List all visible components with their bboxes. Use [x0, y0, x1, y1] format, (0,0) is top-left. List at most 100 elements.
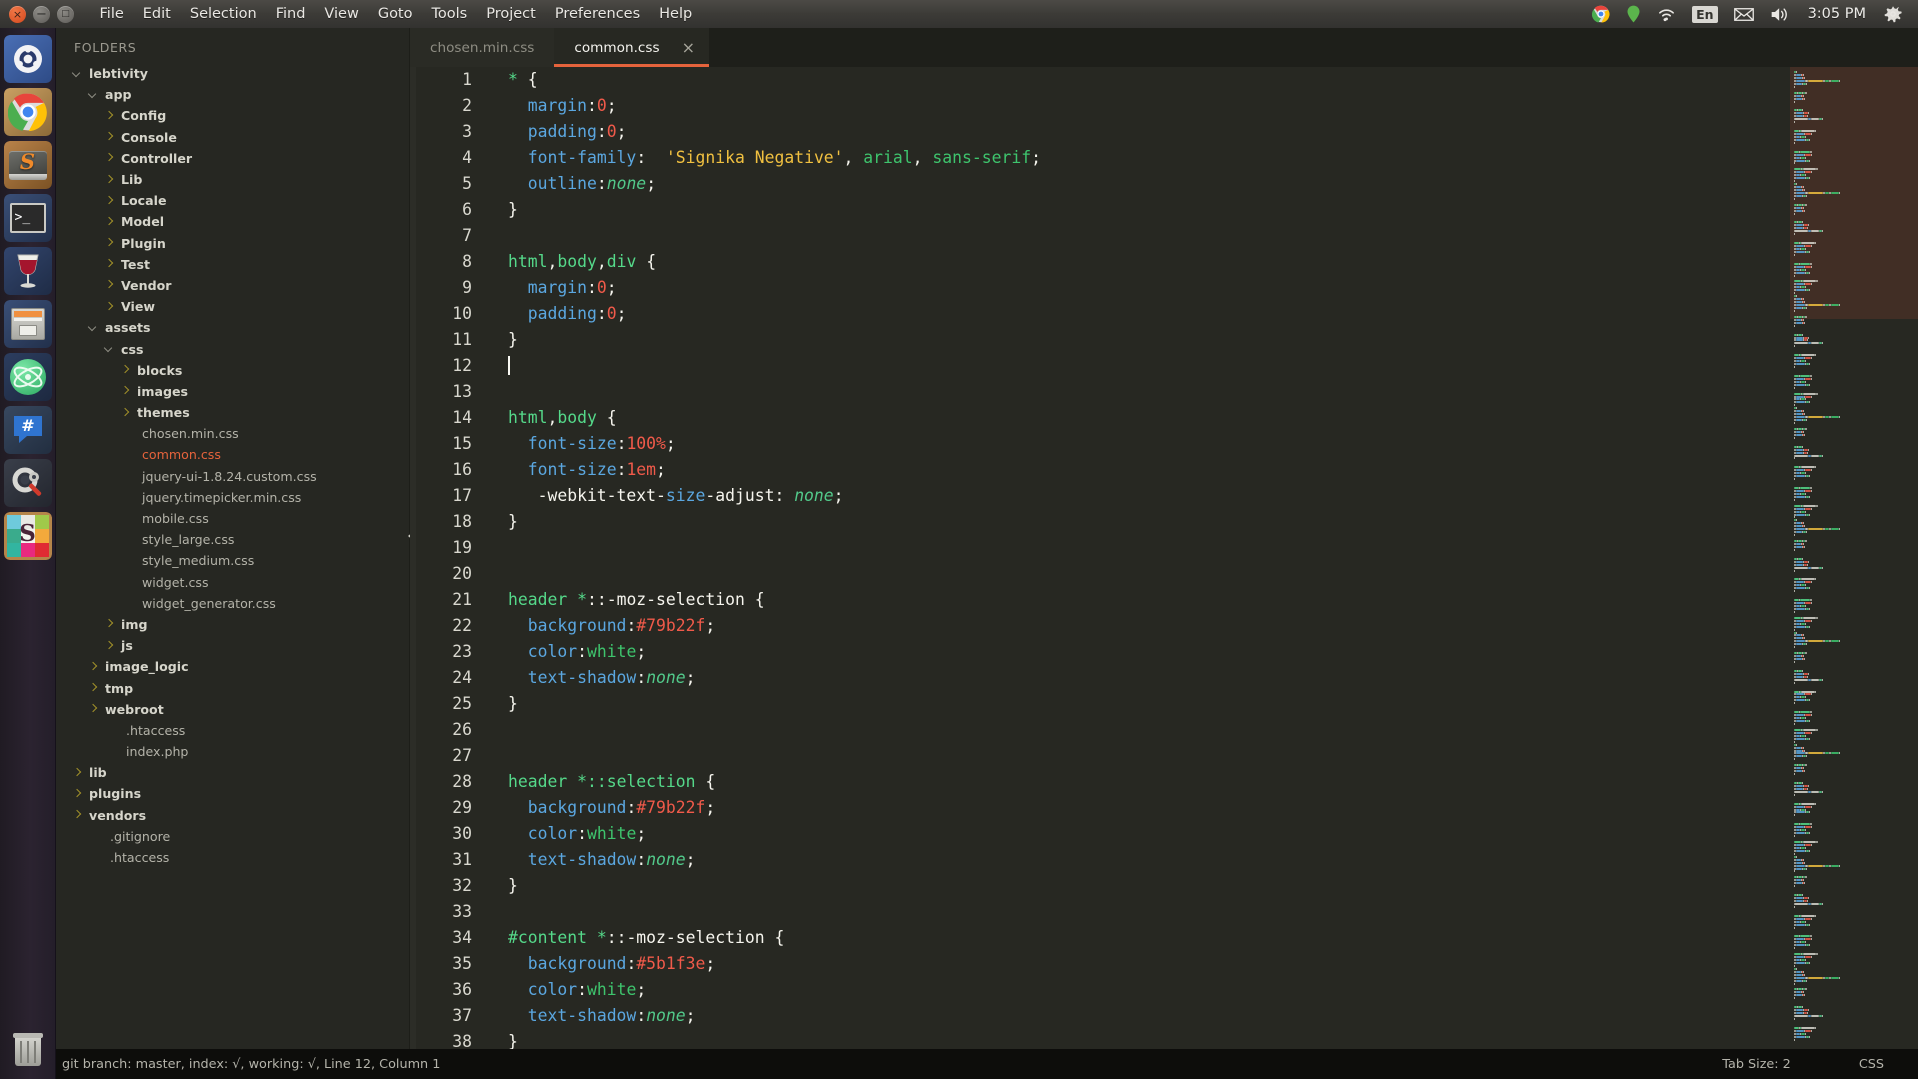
launcher-item-files-icon[interactable] [3, 300, 52, 348]
minimize-window-button[interactable]: − [33, 5, 50, 23]
code-editor[interactable]: 1 * {2 margin:0; 3 padding:0; 4 font-family… [410, 67, 1918, 1049]
tree-file-style-large-css[interactable]: style_large.css [56, 529, 409, 550]
menu-item-selection[interactable]: Selection [180, 0, 266, 28]
maximize-window-button[interactable]: □ [57, 5, 74, 23]
tab-size-label[interactable]: Tab Size: 2 [1688, 1057, 1825, 1072]
tree-folder-console[interactable]: Console [56, 127, 409, 148]
code-line[interactable]: 37 text-shadow:none; [410, 1003, 1918, 1029]
tree-folder-config[interactable]: Config [56, 105, 409, 126]
code-line-text[interactable]: } [486, 327, 518, 353]
menu-item-view[interactable]: View [315, 0, 368, 28]
code-line[interactable]: 24 text-shadow:none; [410, 665, 1918, 691]
menu-item-find[interactable]: Find [266, 0, 315, 28]
code-line[interactable]: 5 outline:none; [410, 171, 1918, 197]
code-line-text[interactable]: text-shadow:none; [486, 1003, 696, 1029]
code-line-text[interactable]: } [486, 873, 518, 899]
code-line-text[interactable]: padding:0; [486, 119, 627, 145]
menu-item-goto[interactable]: Goto [368, 0, 422, 28]
code-line[interactable]: 1 * { [410, 67, 1918, 93]
code-line-text[interactable]: } [486, 691, 518, 717]
chrome-icon[interactable] [1584, 0, 1618, 28]
tree-file-widget-generator-css[interactable]: widget_generator.css [56, 593, 409, 614]
code-line-text[interactable]: html,body { [486, 405, 617, 431]
launcher-item-system-settings-icon[interactable] [3, 459, 52, 507]
launcher-item-ubuntu-dash-icon[interactable] [3, 35, 52, 83]
code-line[interactable]: 6} [410, 197, 1918, 223]
tree-folder-assets[interactable]: assets [56, 317, 409, 338]
tree-folder-lib[interactable]: Lib [56, 169, 409, 190]
code-line[interactable]: 26 [410, 717, 1918, 743]
code-line-text[interactable]: } [486, 197, 518, 223]
tree-folder-image-logic[interactable]: image_logic [56, 656, 409, 677]
tree-folder-blocks[interactable]: blocks [56, 360, 409, 381]
code-line-text[interactable]: text-shadow:none; [486, 665, 696, 691]
code-line-text[interactable]: background:#79b22f; [486, 795, 716, 821]
tree-file--htaccess[interactable]: .htaccess [56, 847, 409, 868]
code-line[interactable]: 38} [410, 1029, 1918, 1049]
launcher-item-wine-icon[interactable] [3, 247, 52, 295]
code-line[interactable]: 31 text-shadow:none; [410, 847, 1918, 873]
code-line[interactable]: 21 header *::-moz-selection { [410, 587, 1918, 613]
tree-file-widget-css[interactable]: widget.css [56, 572, 409, 593]
launcher-item-terminal-icon[interactable]: >_ [3, 194, 52, 242]
code-line-text[interactable]: color:white; [486, 639, 646, 665]
code-line[interactable]: 29 background:#79b22f; [410, 795, 1918, 821]
code-line-text[interactable]: outline:none; [486, 171, 656, 197]
tree-file-jquery-timepicker-min-css[interactable]: jquery.timepicker.min.css [56, 487, 409, 508]
code-line[interactable]: 17 -webkit-text-size-adjust: none; [410, 483, 1918, 509]
tree-folder-images[interactable]: images [56, 381, 409, 402]
tab-common-css[interactable]: common.css × [554, 28, 709, 67]
code-line-text[interactable]: -webkit-text-size-adjust: none; [486, 483, 844, 509]
code-line-text[interactable]: background:#79b22f; [486, 613, 716, 639]
menu-item-project[interactable]: Project [477, 0, 546, 28]
tree-folder-webroot[interactable]: webroot [56, 699, 409, 720]
code-line-text[interactable]: font-size:100%; [486, 431, 676, 457]
code-line[interactable]: 12 [410, 353, 1918, 379]
code-line-text[interactable]: font-family: 'Signika Negative', arial, … [486, 145, 1041, 171]
tree-folder-themes[interactable]: themes [56, 402, 409, 423]
code-line[interactable]: 16 font-size:1em; [410, 457, 1918, 483]
tree-folder-app[interactable]: app [56, 84, 409, 105]
tree-folder-vendor[interactable]: Vendor [56, 275, 409, 296]
code-line-text[interactable]: color:white; [486, 821, 646, 847]
code-line[interactable]: 4 font-family: 'Signika Negative', arial… [410, 145, 1918, 171]
tree-file--gitignore[interactable]: .gitignore [56, 826, 409, 847]
minimap[interactable] [1790, 67, 1918, 1049]
clock[interactable]: 3:05 PM [1798, 6, 1876, 22]
tree-folder-tmp[interactable]: tmp [56, 677, 409, 698]
mail-icon[interactable] [1726, 0, 1762, 28]
tree-folder-model[interactable]: Model [56, 211, 409, 232]
code-line[interactable]: 30 color:white; [410, 821, 1918, 847]
menu-item-preferences[interactable]: Preferences [545, 0, 649, 28]
code-lines[interactable]: 1 * {2 margin:0; 3 padding:0; 4 font-family… [410, 67, 1918, 1049]
tree-folder-vendors[interactable]: vendors [56, 805, 409, 826]
tree-file-common-css[interactable]: common.css [56, 444, 409, 465]
keyboard-layout-indicator[interactable]: En [1684, 0, 1725, 28]
tree-folder-view[interactable]: View [56, 296, 409, 317]
code-line-text[interactable]: #content *::-moz-selection { [486, 925, 784, 951]
code-line-text[interactable]: color:white; [486, 977, 646, 1003]
tree-file-mobile-css[interactable]: mobile.css [56, 508, 409, 529]
launcher-item-sublime-text-icon[interactable]: S [3, 141, 52, 189]
close-tab-icon[interactable]: × [682, 39, 695, 56]
volume-icon[interactable] [1762, 0, 1798, 28]
code-line[interactable]: 10 padding:0; [410, 301, 1918, 327]
launcher-item-hipchat-icon[interactable]: # [3, 406, 52, 454]
code-line[interactable]: 36 color:white; [410, 977, 1918, 1003]
tree-folder-lebtivity[interactable]: lebtivity [56, 63, 409, 84]
code-line[interactable]: 35 background:#5b1f3e; [410, 951, 1918, 977]
tree-folder-img[interactable]: img [56, 614, 409, 635]
code-line-text[interactable]: } [486, 509, 518, 535]
location-pin-icon[interactable] [1618, 0, 1649, 28]
code-line-text[interactable]: padding:0; [486, 301, 627, 327]
wifi-icon[interactable] [1649, 0, 1684, 28]
code-line-text[interactable]: margin:0; [486, 93, 617, 119]
code-line[interactable]: 34 #content *::-moz-selection { [410, 925, 1918, 951]
close-window-button[interactable]: × [9, 5, 26, 23]
sidebar-file-tree[interactable]: FOLDERS lebtivity app Config Console Control… [56, 28, 410, 1049]
code-line[interactable]: 32} [410, 873, 1918, 899]
code-line[interactable]: 28 header *::selection { [410, 769, 1918, 795]
syntax-label[interactable]: CSS [1825, 1057, 1918, 1072]
code-line[interactable]: 22 background:#79b22f; [410, 613, 1918, 639]
code-line[interactable]: 7 [410, 223, 1918, 249]
